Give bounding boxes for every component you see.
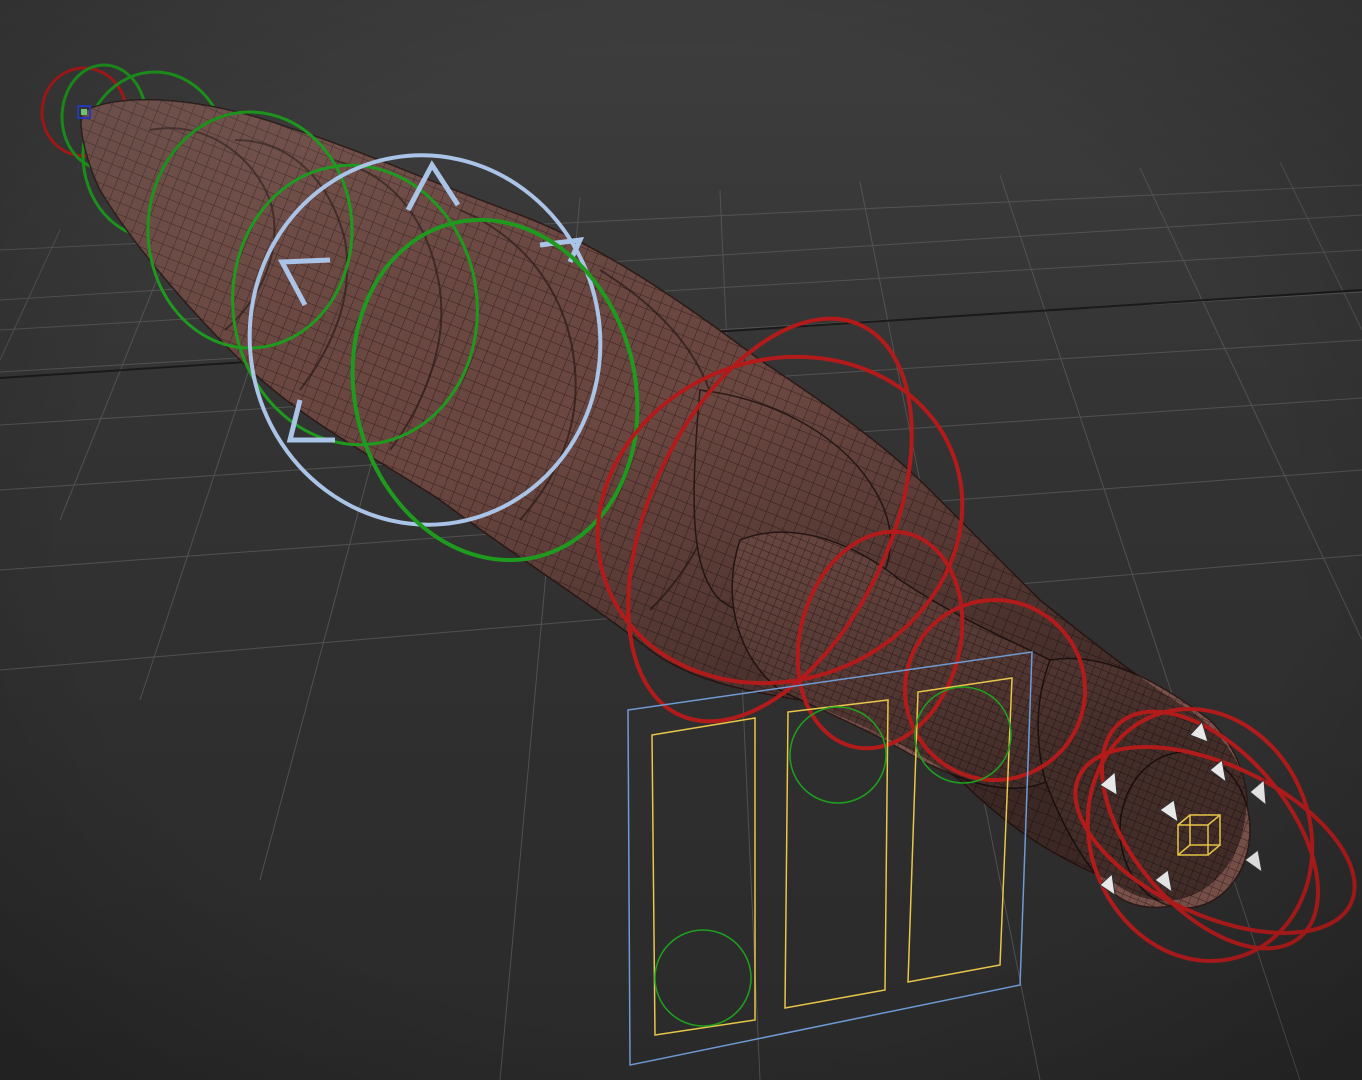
ui-slot-1[interactable] xyxy=(651,717,756,1036)
ui-slot-knob xyxy=(654,929,752,1027)
handle-pyramid-icon xyxy=(1249,778,1267,807)
viewport-scene[interactable] xyxy=(0,0,1362,1080)
3d-viewport[interactable] xyxy=(0,0,1362,1080)
ui-slot-knob xyxy=(789,706,887,804)
